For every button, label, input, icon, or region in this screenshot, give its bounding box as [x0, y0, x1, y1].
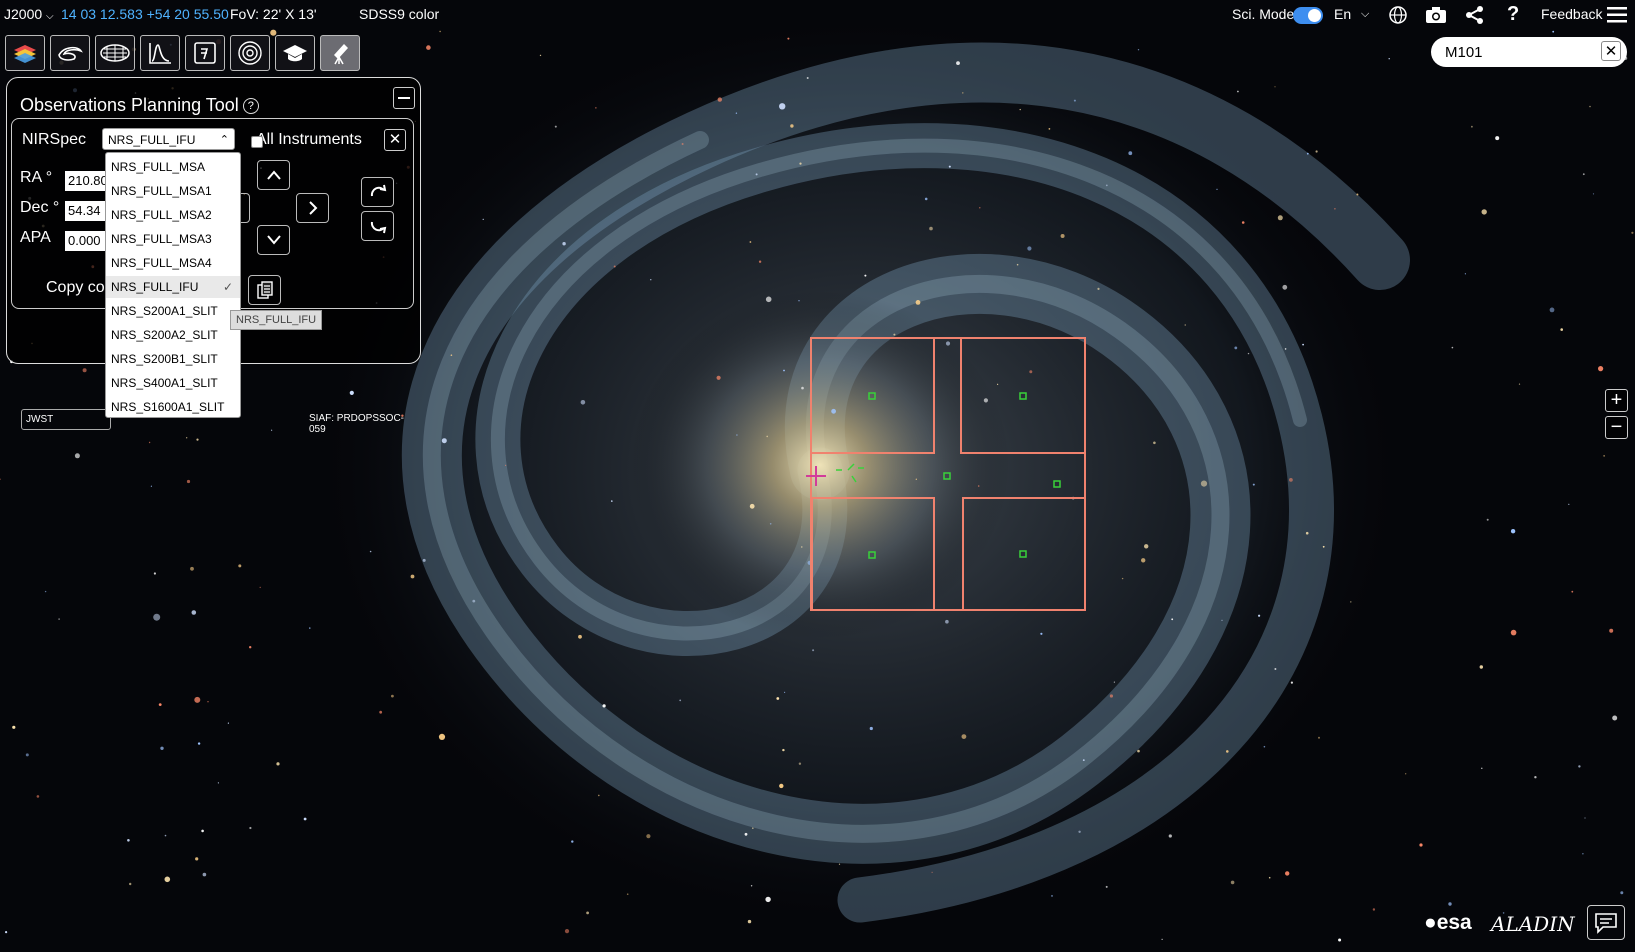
minus-icon: −	[1610, 416, 1623, 438]
zoom-out-button[interactable]: −	[1605, 416, 1628, 439]
sci-mode-label: Sci. Mode	[1232, 6, 1295, 22]
dec-label: Dec °	[20, 199, 60, 216]
move-up-button[interactable]	[257, 160, 290, 190]
search-box: ✕	[1431, 37, 1627, 67]
all-instruments-label: All Instruments	[256, 131, 362, 148]
siaf-version: SIAF: PRDOPSSOC-059	[309, 413, 405, 435]
aperture-option-label: NRS_FULL_MSA4	[111, 256, 212, 270]
esa-logo-text: esa	[1436, 911, 1472, 934]
chevron-right-icon	[308, 201, 317, 215]
rotate-ccw-icon	[370, 221, 386, 234]
aperture-option-label: NRS_FULL_IFU	[111, 280, 199, 294]
target-icon[interactable]	[185, 35, 225, 71]
aperture-option[interactable]: NRS_FULL_MSA1	[106, 180, 240, 202]
planet-survey-icon[interactable]	[95, 35, 135, 71]
top-bar: J2000 ⌵ 14 03 12.583 +54 20 55.50 FoV: 2…	[0, 0, 1635, 30]
telescope-icon[interactable]	[320, 35, 360, 71]
copy-icon	[256, 281, 273, 299]
aperture-select-value: NRS_FULL_IFU	[108, 133, 196, 147]
close-icon[interactable]: ✕	[1601, 41, 1621, 61]
panel-title: Observations Planning Tool?	[20, 95, 259, 116]
close-icon: ✕	[388, 131, 402, 148]
feedback-link[interactable]: Feedback	[1541, 6, 1602, 22]
aperture-option-label: NRS_S200A1_SLIT	[111, 304, 218, 318]
aperture-option-label: NRS_S400A1_SLIT	[111, 376, 218, 390]
checkmark-icon: ✓	[222, 280, 233, 294]
rotate-cw-icon	[370, 184, 386, 197]
camera-icon[interactable]	[1425, 6, 1447, 24]
rotate-clockwise-button[interactable]	[361, 177, 394, 207]
move-down-button[interactable]	[257, 225, 290, 255]
aperture-option-label: NRS_FULL_MSA1	[111, 184, 212, 198]
survey-name[interactable]: SDSS9 color	[359, 6, 439, 22]
instrument-label[interactable]: NIRSpec	[22, 131, 86, 149]
esa-logo: ●esa	[1424, 911, 1472, 934]
aperture-option[interactable]: NRS_S200A1_SLIT	[106, 300, 240, 322]
chat-button[interactable]	[1587, 905, 1625, 940]
aperture-option-label: NRS_FULL_MSA2	[111, 208, 212, 222]
help-icon[interactable]: ?	[1507, 3, 1519, 26]
mission-selector[interactable]: JWST	[21, 409, 111, 430]
chevron-down-icon	[266, 235, 281, 245]
aperture-option[interactable]: NRS_S200B1_SLIT	[106, 348, 240, 370]
plus-icon: +	[1610, 389, 1623, 411]
aladin-logo: ALADIN	[1491, 912, 1575, 936]
close-instrument-button[interactable]: ✕	[384, 129, 406, 151]
aperture-option[interactable]: NRS_S400A1_SLIT	[106, 372, 240, 394]
panel-title-text: Observations Planning Tool	[20, 95, 239, 115]
aperture-option-label: NRS_S1600A1_SLIT	[111, 400, 225, 414]
aperture-option-label: NRS_FULL_MSA3	[111, 232, 212, 246]
minimize-button[interactable]	[393, 87, 415, 109]
aperture-option-label: NRS_FULL_MSA	[111, 160, 206, 174]
share-icon[interactable]	[1465, 5, 1485, 25]
copy-button[interactable]	[248, 275, 281, 305]
aperture-option-label: NRS_S200B1_SLIT	[111, 352, 218, 366]
frame-label: J2000	[4, 6, 43, 22]
spectrum-icon[interactable]	[140, 35, 180, 71]
aperture-dropdown: NRS_FULL_MSA NRS_FULL_MSA1 NRS_FULL_MSA2 NR…	[105, 152, 241, 418]
layers-icon[interactable]	[5, 35, 45, 71]
chevron-up-icon: ⌃	[219, 134, 229, 146]
menu-icon[interactable]	[1607, 7, 1627, 23]
aperture-select[interactable]: NRS_FULL_IFU ⌃	[102, 128, 235, 150]
zoom-in-button[interactable]: +	[1605, 389, 1628, 412]
chevron-down-icon: ⌵	[46, 11, 54, 22]
aperture-option[interactable]: NRS_FULL_IFU ✓	[106, 276, 240, 298]
move-right-button[interactable]	[296, 193, 329, 223]
chevron-up-icon	[266, 170, 281, 180]
all-instruments-checkbox[interactable]	[251, 136, 263, 148]
chevron-down-icon[interactable]: ⌵	[1361, 8, 1369, 21]
aperture-tooltip: NRS_FULL_IFU	[230, 310, 323, 330]
aperture-option[interactable]: NRS_FULL_MSA4	[106, 252, 240, 274]
globe-icon[interactable]	[1387, 5, 1409, 25]
aperture-option[interactable]: NRS_FULL_MSA2	[106, 204, 240, 226]
cursor-coordinates: 14 03 12.583 +54 20 55.50	[61, 6, 229, 22]
language-selector[interactable]: En	[1334, 6, 1351, 22]
aperture-option-label: NRS_S200A2_SLIT	[111, 328, 218, 342]
fov-readout: FoV: 22' X 13'	[230, 6, 317, 22]
aperture-option[interactable]: NRS_S200A2_SLIT	[106, 324, 240, 346]
aperture-option[interactable]: NRS_S1600A1_SLIT	[106, 396, 240, 418]
sci-mode-toggle[interactable]	[1293, 7, 1323, 24]
ra-label: RA °	[20, 169, 53, 186]
help-icon[interactable]: ?	[242, 98, 259, 114]
frame-selector[interactable]: J2000 ⌵	[4, 6, 54, 22]
education-icon[interactable]	[275, 35, 315, 71]
copy-coordinates-label: Copy co	[46, 279, 105, 296]
rotate-counterclockwise-button[interactable]	[361, 211, 394, 241]
explore-icon[interactable]	[230, 35, 270, 71]
chat-icon	[1595, 912, 1617, 934]
search-input[interactable]	[1445, 42, 1585, 62]
aperture-option[interactable]: NRS_FULL_MSA3	[106, 228, 240, 250]
galaxy-icon[interactable]	[50, 35, 90, 71]
apa-label: APA	[20, 229, 51, 246]
aperture-option[interactable]: NRS_FULL_MSA	[106, 156, 240, 178]
language-label: En	[1334, 6, 1352, 22]
